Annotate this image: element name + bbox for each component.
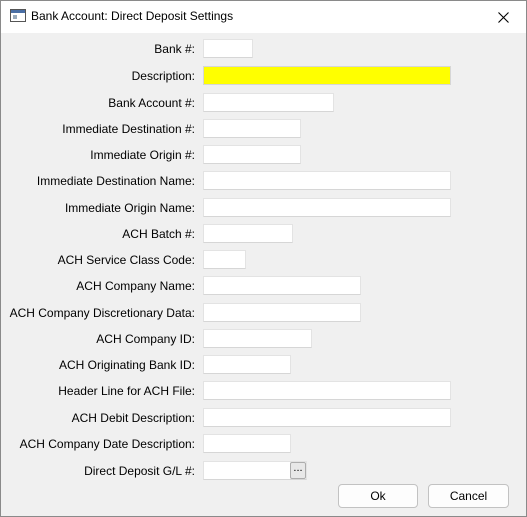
bank-account-number-field[interactable] — [203, 93, 334, 112]
bank-account-number-label: Bank Account #: — [108, 96, 195, 110]
row-immediate-destination-number: Immediate Destination #: — [1, 119, 526, 139]
immediate-destination-number-field[interactable] — [203, 119, 301, 138]
direct-deposit-gl-number-label: Direct Deposit G/L #: — [84, 464, 195, 478]
ok-button[interactable]: Ok — [338, 484, 418, 508]
ach-service-class-code-label: ACH Service Class Code: — [57, 253, 195, 267]
window-title: Bank Account: Direct Deposit Settings — [31, 9, 234, 23]
row-ach-company-id: ACH Company ID: — [1, 329, 526, 349]
cancel-button[interactable]: Cancel — [428, 484, 509, 508]
header-line-ach-file-field[interactable] — [203, 381, 451, 400]
ach-batch-number-label: ACH Batch #: — [122, 227, 195, 241]
row-ach-company-name: ACH Company Name: — [1, 276, 526, 296]
row-direct-deposit-gl-number: Direct Deposit G/L #: ... — [1, 461, 526, 481]
title-bar: Bank Account: Direct Deposit Settings — [1, 1, 526, 33]
immediate-destination-name-label: Immediate Destination Name: — [36, 174, 195, 188]
row-description: Description: — [1, 66, 526, 86]
ach-batch-number-field[interactable] — [203, 224, 293, 243]
ach-debit-description-label: ACH Debit Description: — [71, 411, 195, 425]
ach-company-name-label: ACH Company Name: — [76, 279, 195, 293]
immediate-origin-number-field[interactable] — [203, 145, 301, 164]
dialog-window: Bank Account: Direct Deposit Settings Ba… — [0, 0, 527, 517]
row-immediate-origin-name: Immediate Origin Name: — [1, 198, 526, 218]
row-immediate-destination-name: Immediate Destination Name: — [1, 171, 526, 191]
bank-number-field[interactable] — [203, 39, 253, 58]
immediate-destination-name-field[interactable] — [203, 171, 451, 190]
row-bank-account-number: Bank Account #: — [1, 93, 526, 113]
row-ach-company-discretionary-data: ACH Company Discretionary Data: — [1, 303, 526, 323]
row-immediate-origin-number: Immediate Origin #: — [1, 145, 526, 165]
ach-company-date-description-field[interactable] — [203, 434, 291, 453]
ach-debit-description-field[interactable] — [203, 408, 451, 427]
close-icon — [497, 11, 509, 23]
window-app-icon — [10, 9, 26, 22]
description-field[interactable] — [203, 66, 451, 85]
gl-browse-button[interactable]: ... — [290, 462, 306, 479]
ach-originating-bank-id-field[interactable] — [203, 355, 291, 374]
ach-company-id-label: ACH Company ID: — [96, 332, 195, 346]
ach-originating-bank-id-label: ACH Originating Bank ID: — [58, 358, 195, 372]
description-label: Description: — [131, 69, 195, 83]
row-ach-batch-number: ACH Batch #: — [1, 224, 526, 244]
close-button[interactable] — [480, 1, 526, 33]
bank-number-label: Bank #: — [154, 42, 195, 56]
ach-company-date-description-label: ACH Company Date Description: — [19, 437, 195, 451]
row-ach-company-date-description: ACH Company Date Description: — [1, 434, 526, 454]
row-bank-number: Bank #: — [1, 39, 526, 59]
ach-service-class-code-field[interactable] — [203, 250, 246, 269]
immediate-destination-number-label: Immediate Destination #: — [62, 122, 195, 136]
row-ach-service-class-code: ACH Service Class Code: — [1, 250, 526, 270]
immediate-origin-name-label: Immediate Origin Name: — [64, 201, 195, 215]
row-ach-debit-description: ACH Debit Description: — [1, 408, 526, 428]
immediate-origin-number-label: Immediate Origin #: — [90, 148, 195, 162]
ach-company-id-field[interactable] — [203, 329, 312, 348]
ach-company-discretionary-data-label: ACH Company Discretionary Data: — [9, 306, 195, 320]
ach-company-name-field[interactable] — [203, 276, 361, 295]
row-header-line-ach-file: Header Line for ACH File: — [1, 381, 526, 401]
header-line-ach-file-label: Header Line for ACH File: — [58, 384, 195, 398]
immediate-origin-name-field[interactable] — [203, 198, 451, 217]
ach-company-discretionary-data-field[interactable] — [203, 303, 361, 322]
row-ach-originating-bank-id: ACH Originating Bank ID: — [1, 355, 526, 375]
